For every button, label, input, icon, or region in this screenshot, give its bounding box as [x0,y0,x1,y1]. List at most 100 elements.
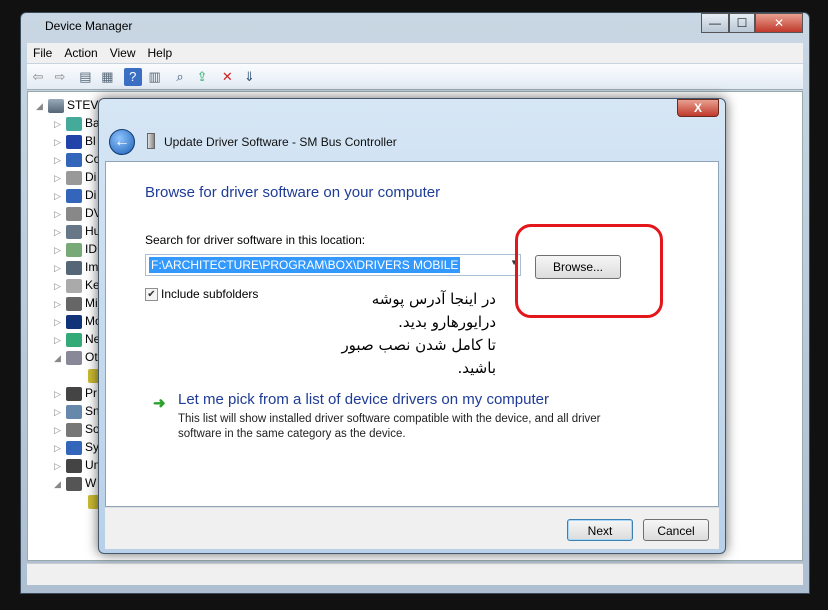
expand-icon[interactable]: ▷ [54,421,66,439]
minimize-button[interactable]: — [701,13,729,33]
device-category-icon [66,440,82,455]
expand-icon[interactable]: ▷ [54,187,66,205]
device-category-icon [66,242,82,257]
dialog-close-button[interactable]: X [677,99,719,117]
expand-icon[interactable]: ▷ [54,457,66,475]
expand-icon[interactable]: ▷ [54,169,66,187]
device-category-icon [66,404,82,419]
expand-icon[interactable]: ▷ [54,223,66,241]
tree-item-label: Ot [85,350,98,364]
tree-item[interactable]: ▷ Ne [54,330,100,348]
device-category-icon [66,350,82,365]
menu-help[interactable]: Help [142,43,179,63]
device-category-icon [66,224,82,239]
menu-action[interactable]: Action [58,43,103,63]
expand-icon[interactable]: ▷ [54,133,66,151]
update-driver-dialog: X ← Update Driver Software - SM Bus Cont… [98,98,726,554]
tree-item[interactable]: ▷ Mi [54,294,98,312]
collapse-icon[interactable]: ◢ [54,475,66,493]
tree-item-label: Bl [85,134,96,148]
path-input[interactable]: F:\ARCHITECTURE\PROGRAM\BOX\DRIVERS MOBI… [145,254,521,276]
maximize-button[interactable]: ☐ [729,13,755,33]
expand-icon[interactable]: ▷ [54,331,66,349]
tree-item[interactable]: ▷ Sn [54,402,100,420]
device-category-icon [66,152,82,167]
expand-icon[interactable]: ▷ [54,313,66,331]
pick-from-list-description: This list will show installed driver sof… [178,413,601,440]
include-subfolders-checkbox[interactable]: ✔ [145,288,158,301]
collapse-icon[interactable]: ◢ [54,349,66,367]
tree-item[interactable]: ▷ So [54,420,100,438]
tree-item[interactable]: ◢ Ot [54,348,98,366]
tree-root[interactable]: ◢ STEVE [36,96,106,114]
device-category-icon [66,206,82,221]
back-icon[interactable]: ⇦ [29,68,47,86]
include-subfolders-label: Include subfolders [161,287,259,301]
expand-icon[interactable]: ▷ [54,439,66,457]
expand-icon[interactable]: ▷ [54,241,66,259]
tree-item[interactable]: ◢ W [54,474,96,492]
toolbar: ⇦ ⇨ ▤ ▦ ? ▥ ⌕ ⇪ ✕ ⇓ [27,64,803,90]
tree-item[interactable]: ▷ Sy [54,438,99,456]
tree-item[interactable]: ▷ Co [54,150,100,168]
path-value: F:\ARCHITECTURE\PROGRAM\BOX\DRIVERS MOBI… [149,257,461,273]
expand-icon[interactable]: ▷ [54,259,66,277]
collapse-icon[interactable]: ◢ [36,97,48,115]
tree-item-label: ID [85,242,97,256]
tree-item[interactable]: ▷ Pr [54,384,97,402]
device-category-icon [66,260,82,275]
expand-icon[interactable]: ▷ [54,295,66,313]
tree-item[interactable]: ▷ Im [54,258,98,276]
dialog-heading: Browse for driver software on your compu… [145,184,441,201]
tree-item[interactable]: ▷ Di [54,186,96,204]
tree-item[interactable]: ▷ Hu [54,222,100,240]
tree-item[interactable]: ▷ Mo [54,312,102,330]
next-button[interactable]: Next [567,519,633,541]
menu-bar: File Action View Help [27,43,803,63]
tree-item-label: Di [85,188,97,202]
expand-icon[interactable]: ▷ [54,205,66,223]
expand-icon[interactable]: ▷ [54,403,66,421]
device-category-icon [66,116,82,131]
device-category-icon [66,386,82,401]
tree-item[interactable]: ▷ Di [54,168,96,186]
tree-item[interactable]: ▷ ID [54,240,97,258]
device-category-icon [66,422,82,437]
details-icon[interactable]: ▥ [146,68,164,86]
tree-item-label: Pr [85,386,97,400]
pick-from-list-link[interactable]: Let me pick from a list of device driver… [178,391,549,408]
cancel-button[interactable]: Cancel [643,519,709,541]
device-category-icon [66,296,82,311]
disable-device-icon[interactable]: ✕ [218,68,236,86]
help-icon[interactable]: ? [123,68,142,86]
tree-item-label: W [85,476,97,490]
update-driver-icon[interactable]: ⇪ [193,68,211,86]
status-bar [27,563,803,585]
tree-item[interactable]: ▷ Ke [54,276,100,294]
show-hide-tree-icon[interactable]: ▤ [76,68,94,86]
expand-icon[interactable]: ▷ [54,277,66,295]
tree-item-label: Mi [85,296,98,310]
red-highlight-annotation [515,224,663,318]
tree-item[interactable]: ▷ DV [54,204,102,222]
tree-item[interactable]: ▷ Ba [54,114,100,132]
tree-item[interactable]: ▷ Un [54,456,100,474]
menu-file[interactable]: File [27,43,58,63]
tree-item-label: Di [85,170,97,184]
menu-view[interactable]: View [104,43,142,63]
back-arrow-icon[interactable]: ← [109,129,135,155]
uninstall-icon[interactable]: ⇓ [240,68,258,86]
expand-icon[interactable]: ▷ [54,385,66,403]
tree-item[interactable]: ▷ Bl [54,132,96,150]
close-button[interactable]: ✕ [755,13,803,33]
device-category-icon [66,134,82,149]
expand-icon[interactable]: ▷ [54,115,66,133]
scan-hardware-icon[interactable]: ⌕ [171,68,189,86]
properties-icon[interactable]: ▦ [98,68,116,86]
dialog-content: Browse for driver software on your compu… [105,161,719,507]
forward-icon[interactable]: ⇨ [51,68,69,86]
expand-icon[interactable]: ▷ [54,151,66,169]
computer-icon [48,98,64,113]
device-icon [147,133,155,149]
window-title: Device Manager [45,19,133,33]
